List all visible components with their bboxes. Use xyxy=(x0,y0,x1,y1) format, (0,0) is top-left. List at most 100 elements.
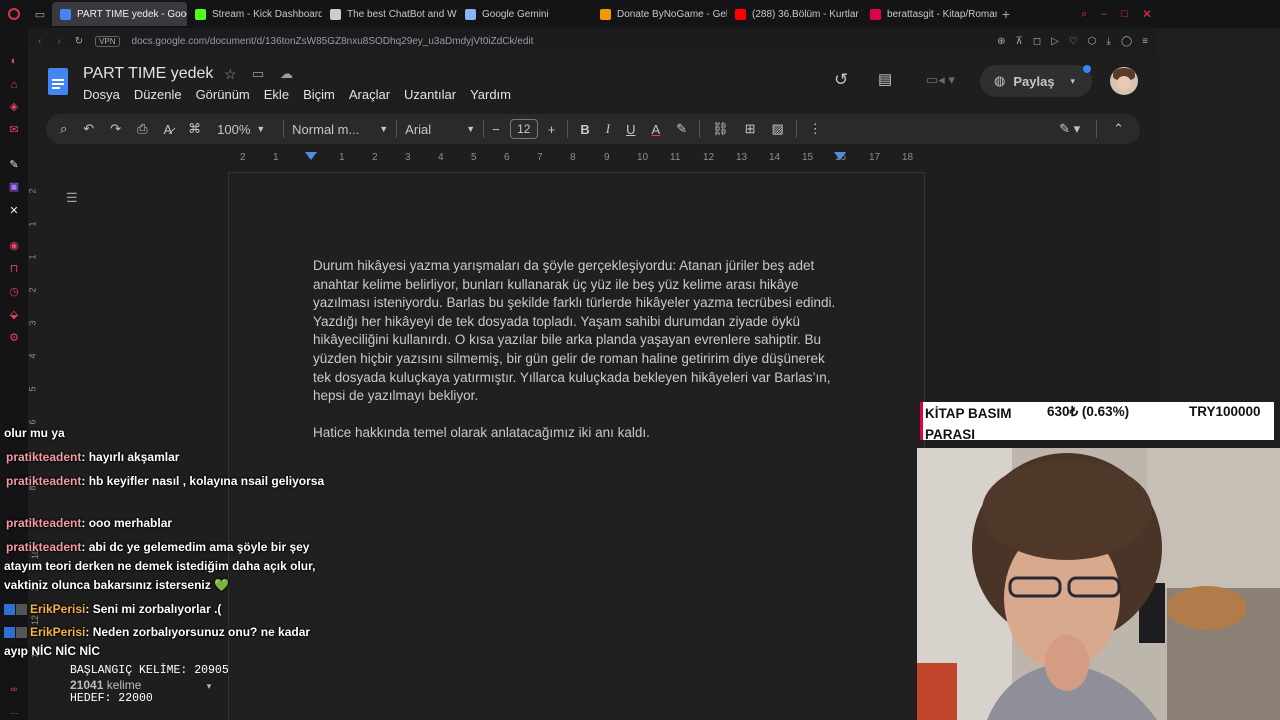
more-options-icon[interactable]: ⋮ xyxy=(809,121,822,137)
style-select[interactable]: Normal m... ▼ xyxy=(292,122,388,137)
bold-icon[interactable]: B xyxy=(580,122,589,137)
right-indent-marker[interactable] xyxy=(834,152,846,160)
sidebar-x-icon[interactable]: ✕ xyxy=(7,204,21,218)
editing-mode-icon[interactable]: ✎ ▾ xyxy=(1059,121,1080,137)
sidebar-aria-icon[interactable]: ◐ xyxy=(7,54,21,68)
document-body[interactable]: Durum hikâyesi yazma yarışmaları da şöyl… xyxy=(313,257,843,443)
sidebar-twitch-icon[interactable]: ▣ xyxy=(7,180,21,194)
spellcheck-icon[interactable]: A̷ xyxy=(164,122,173,137)
redo-icon[interactable]: ↷ xyxy=(110,121,121,137)
chat-username[interactable]: pratikteadent xyxy=(6,474,81,488)
profile-icon[interactable]: ◯ xyxy=(1121,36,1132,47)
sidebar-settings-icon[interactable]: ⚙ xyxy=(7,331,21,345)
text-color-icon[interactable]: A xyxy=(651,122,660,137)
menu-item[interactable]: Ekle xyxy=(264,87,289,102)
ruler-tick-label: 1 xyxy=(27,221,38,227)
sidebar-messenger-icon[interactable]: ◈ xyxy=(7,100,21,114)
comments-icon[interactable]: ▤ xyxy=(878,70,892,88)
increase-font-icon[interactable]: + xyxy=(548,122,556,137)
sidebar-history-icon[interactable]: ◷ xyxy=(7,285,21,299)
star-icon[interactable]: ☆ xyxy=(224,66,237,83)
maximize-icon[interactable]: □ xyxy=(1121,8,1128,20)
bookmark-icon[interactable]: ♡ xyxy=(1069,36,1078,47)
document-title[interactable]: PART TIME yedek xyxy=(83,65,213,83)
zoom-icon[interactable]: ⊕ xyxy=(997,36,1005,47)
chat-username[interactable]: pratikteadent xyxy=(6,516,81,530)
sidebar-player-icon[interactable]: ◉ xyxy=(7,239,21,253)
underline-icon[interactable]: U xyxy=(626,122,635,137)
menu-item[interactable]: Görünüm xyxy=(196,87,250,102)
share-button[interactable]: ◍ Paylaş ▾ xyxy=(980,65,1092,97)
browser-tab[interactable]: The best ChatBot and W xyxy=(322,2,457,26)
forward-icon[interactable]: › xyxy=(57,36,60,47)
docs-logo-icon[interactable] xyxy=(48,68,68,95)
undo-icon[interactable]: ↶ xyxy=(83,121,94,137)
search-tabs-icon[interactable]: ⌕ xyxy=(1081,8,1087,21)
decrease-font-icon[interactable]: − xyxy=(492,122,500,137)
chat-message: pratikteadent: abi dc ye gelemedim ama ş… xyxy=(4,538,326,595)
browser-tab[interactable]: Donate ByNoGame - Gele xyxy=(592,2,727,26)
font-select[interactable]: Arial ▼ xyxy=(405,122,475,137)
add-comment-icon[interactable]: ⊞ xyxy=(745,121,756,137)
outline-icon[interactable]: ☰ xyxy=(66,190,78,206)
highlight-icon[interactable]: ✎ xyxy=(676,121,687,137)
url-text[interactable]: docs.google.com/document/d/136tonZsW85GZ… xyxy=(132,36,534,47)
extensions-icon[interactable]: ⬡ xyxy=(1088,36,1097,47)
opera-logo-icon[interactable] xyxy=(0,0,28,28)
play-icon[interactable]: ▷ xyxy=(1051,36,1059,47)
tab-label: (288) 36.Bölüm - Kurtlar V xyxy=(752,8,862,20)
menu-item[interactable]: Yardım xyxy=(470,87,511,102)
tab-label: Google Gemini xyxy=(482,8,549,20)
webcam-feed xyxy=(917,448,1280,720)
move-folder-icon[interactable]: ▭ xyxy=(252,66,264,82)
ruler-tick-label: 14 xyxy=(769,152,781,163)
cloud-status-icon[interactable]: ☁ xyxy=(280,66,293,82)
print-icon[interactable]: ⎙ xyxy=(137,121,147,137)
version-history-icon[interactable]: ↺ xyxy=(834,70,848,90)
minimize-icon[interactable]: – xyxy=(1101,8,1107,20)
goal-target: TRY100000 xyxy=(1189,404,1261,419)
browser-tab[interactable]: berattasgit - Kitap/Roman xyxy=(862,2,997,26)
download-icon[interactable]: ⤓ xyxy=(1107,36,1111,47)
browser-tab[interactable]: PART TIME yedek - Goog xyxy=(52,2,187,26)
sidebar-kick-icon[interactable]: ✎ xyxy=(7,158,21,172)
left-indent-marker[interactable] xyxy=(305,152,317,160)
zoom-select[interactable]: 100% ▼ xyxy=(217,122,275,137)
sidebar-shopping-icon[interactable]: ⌂ xyxy=(7,78,21,92)
collapse-menus-icon[interactable]: ⌃ xyxy=(1113,121,1124,137)
share-dropdown-icon[interactable]: ▾ xyxy=(1071,76,1076,87)
tab-menu-icon[interactable]: ▭ xyxy=(28,8,52,21)
sidebar-mail-icon[interactable]: ✉ xyxy=(7,123,21,137)
search-menus-icon[interactable]: ⌕ xyxy=(60,121,67,137)
paint-format-icon[interactable]: ⌘ xyxy=(188,121,201,137)
sidebar-extensions-icon[interactable]: ⬙ xyxy=(7,308,21,322)
snapshot-icon[interactable]: ◻ xyxy=(1033,36,1041,47)
vpn-badge[interactable]: VPN xyxy=(95,35,120,47)
font-size-input[interactable]: 12 xyxy=(509,119,538,139)
reload-icon[interactable]: ↻ xyxy=(75,36,83,47)
account-avatar[interactable] xyxy=(1110,67,1138,95)
browser-tab[interactable]: Google Gemini xyxy=(457,2,592,26)
easy-setup-icon[interactable]: ≡ xyxy=(1142,36,1148,47)
back-icon[interactable]: ‹ xyxy=(38,36,41,47)
close-window-icon[interactable]: ✕ xyxy=(1142,7,1152,21)
chat-username[interactable]: pratikteadent xyxy=(6,540,81,554)
chat-username[interactable]: ErikPerisi xyxy=(30,602,85,616)
italic-icon[interactable]: I xyxy=(606,121,610,137)
browser-tab[interactable]: (288) 36.Bölüm - Kurtlar V xyxy=(727,2,862,26)
insert-image-icon[interactable]: ▨ xyxy=(771,121,783,137)
menu-item[interactable]: Araçlar xyxy=(349,87,390,102)
menu-item[interactable]: Düzenle xyxy=(134,87,182,102)
ruler-tick-label: 11 xyxy=(670,152,681,163)
new-tab-icon[interactable]: + xyxy=(997,6,1015,22)
menu-item[interactable]: Dosya xyxy=(83,87,120,102)
chat-username[interactable]: ErikPerisi xyxy=(30,625,85,639)
insert-link-icon[interactable]: ⛓ xyxy=(712,121,729,137)
chat-username[interactable]: pratikteadent xyxy=(6,450,81,464)
pin-icon[interactable]: ⊼ xyxy=(1015,36,1022,47)
sidebar-pinboard-icon[interactable]: ⊓ xyxy=(7,262,21,276)
browser-tab[interactable]: Stream - Kick Dashboard xyxy=(187,2,322,26)
menu-item[interactable]: Uzantılar xyxy=(404,87,456,102)
meet-icon[interactable]: ▭◂ ▾ xyxy=(926,72,955,88)
menu-item[interactable]: Biçim xyxy=(303,87,335,102)
